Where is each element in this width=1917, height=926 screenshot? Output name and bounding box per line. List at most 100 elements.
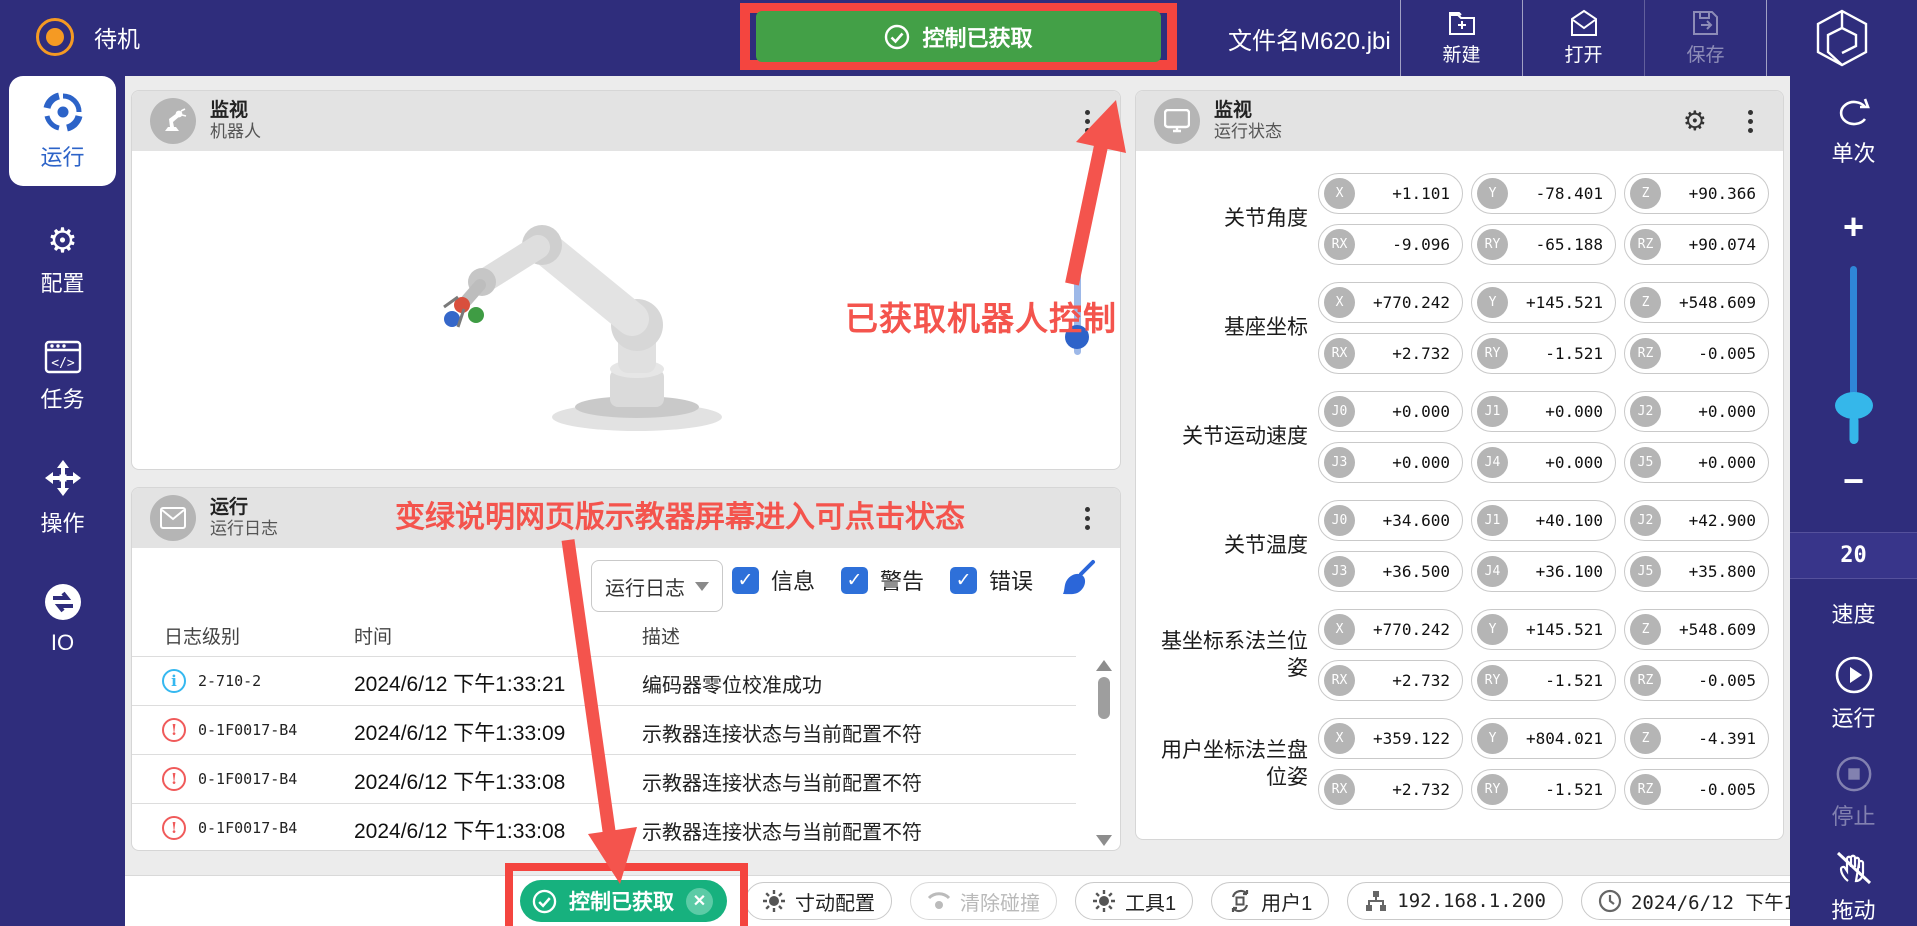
tool-select-button[interactable]: 工具1 (1075, 882, 1193, 920)
robot-panel-menu-icon[interactable] (1072, 104, 1102, 138)
stop-button-label: 停止 (1831, 799, 1875, 831)
save-file-button[interactable]: 保存 (1644, 0, 1766, 76)
datetime-pill[interactable]: 2024/6/12 下午1:34:45 (1581, 882, 1790, 920)
robot-3d-view[interactable] (422, 169, 822, 449)
single-cycle-icon (1836, 96, 1872, 130)
jog-config-button[interactable]: 寸动配置 (745, 882, 892, 920)
single-cycle-label: 单次 (1831, 136, 1875, 168)
standby-status-icon (36, 18, 74, 56)
axis-badge: J3 (1324, 556, 1355, 587)
axis-badge: Z (1630, 723, 1661, 754)
speed-slider-tail (1849, 416, 1858, 444)
ip-address-pill[interactable]: 192.168.1.200 (1347, 882, 1563, 920)
value-chip: RY -1.521 (1471, 333, 1616, 374)
folder-plus-icon (1447, 9, 1477, 37)
drag-hand-icon (1834, 851, 1874, 887)
status-group-label: 关节角度 (1146, 205, 1308, 232)
log-filter-checkbox[interactable]: ✓ 错误 (950, 564, 1033, 596)
log-scrollbar[interactable] (1096, 660, 1112, 846)
new-file-button[interactable]: 新建 (1400, 0, 1522, 76)
scroll-up-icon[interactable] (1096, 660, 1112, 671)
run-log-panel: 运行 运行日志 运行日志 ✓ 信息 ✓ 警告 (131, 487, 1121, 851)
open-file-button[interactable]: 打开 (1522, 0, 1644, 76)
drag-button-label: 拖动 (1831, 893, 1875, 925)
speed-increase-button[interactable]: + (1790, 206, 1917, 248)
log-filter-checkbox[interactable]: ✓ 信息 (732, 564, 815, 596)
view-zoom-thumb[interactable] (1065, 325, 1089, 349)
release-control-icon[interactable]: ✕ (686, 888, 713, 915)
value-chip: RX +2.732 (1318, 333, 1463, 374)
scroll-down-icon[interactable] (1096, 835, 1112, 846)
axis-value: +34.600 (1355, 511, 1450, 530)
log-filter-checkbox[interactable]: ✓ 警告 (841, 564, 924, 596)
status-group: 用户坐标法兰盘位姿 X +359.122 Y +804.021 Z -4.391… (1146, 718, 1769, 810)
log-filter-label: 错误 (989, 564, 1033, 596)
axis-value: +42.900 (1661, 511, 1756, 530)
run-target-icon (43, 92, 83, 132)
log-level-icon (162, 718, 186, 742)
axis-value: +90.366 (1661, 184, 1756, 203)
checkbox-checked-icon[interactable]: ✓ (950, 567, 977, 594)
log-time: 2024/6/12 下午1:33:08 (354, 766, 565, 796)
sidebar-item-operate-label: 操作 (40, 506, 84, 538)
log-panel-title: 运行 (210, 497, 278, 519)
log-row[interactable]: 0-1F0017-B4 2024/6/12 下午1:33:09 示教器连接状态与… (132, 705, 1076, 754)
view-zoom-slider[interactable] (1072, 263, 1082, 355)
log-table-header: 日志级别 时间 描述 (132, 622, 1120, 656)
user-coord-button[interactable]: 用户1 (1211, 882, 1329, 920)
log-type-dropdown-value: 运行日志 (605, 572, 685, 601)
single-cycle-button[interactable]: 单次 (1790, 96, 1917, 168)
value-chip: RX +2.732 (1318, 769, 1463, 810)
stop-button[interactable]: 停止 (1790, 755, 1917, 831)
axis-value: +804.021 (1508, 729, 1603, 748)
axis-badge: X (1324, 178, 1355, 209)
axis-value: -0.005 (1661, 671, 1756, 690)
control-acquired-banner[interactable]: 控制已获取 (756, 11, 1161, 62)
sidebar-item-operate[interactable]: 操作 (0, 458, 125, 538)
task-window-icon: </> (44, 340, 82, 374)
axis-value: +0.000 (1508, 453, 1603, 472)
speed-slider-thumb[interactable] (1835, 392, 1873, 419)
check-circle-icon (884, 24, 910, 50)
axis-badge: J5 (1630, 556, 1661, 587)
value-chip: RY -65.188 (1471, 224, 1616, 265)
log-row[interactable]: 0-1F0017-B4 2024/6/12 下午1:33:08 示教器连接状态与… (132, 754, 1076, 803)
speed-slider[interactable] (1790, 266, 1917, 444)
log-row[interactable]: 0-1F0017-B4 2024/6/12 下午1:33:08 示教器连接状态与… (132, 803, 1076, 851)
sidebar-item-task[interactable]: </> 任务 (0, 340, 125, 414)
scrollbar-thumb[interactable] (1098, 677, 1110, 719)
log-code: 0-1F0017-B4 (198, 770, 297, 788)
log-time: 2024/6/12 下午1:33:21 (354, 668, 565, 698)
log-type-dropdown[interactable]: 运行日志 (591, 560, 723, 612)
log-description: 示教器连接状态与当前配置不符 (642, 767, 922, 796)
log-table-body: 2-710-2 2024/6/12 下午1:33:21 编码器零位校准成功 0-… (132, 656, 1076, 851)
clear-log-button[interactable] (1057, 558, 1097, 603)
drag-button[interactable]: 拖动 (1790, 851, 1917, 925)
value-chip: J5 +35.800 (1624, 551, 1769, 592)
log-row[interactable]: 2-710-2 2024/6/12 下午1:33:21 编码器零位校准成功 (132, 656, 1076, 705)
speed-decrease-button[interactable]: − (1790, 460, 1917, 502)
current-filename: 文件名M620.jbi (1228, 0, 1391, 76)
status-group-label: 基坐标系法兰位姿 (1146, 628, 1308, 683)
value-chip: J0 +0.000 (1318, 391, 1463, 432)
sidebar-item-io[interactable]: IO (0, 582, 125, 656)
run-button[interactable]: 运行 (1790, 655, 1917, 733)
axis-value: +0.000 (1355, 453, 1450, 472)
sidebar-item-run[interactable]: 运行 (9, 76, 116, 186)
axis-value: +145.521 (1508, 620, 1603, 639)
network-icon (1364, 889, 1388, 913)
status-panel-menu-icon[interactable] (1735, 104, 1765, 138)
chevron-down-icon (695, 582, 709, 591)
value-chip: J2 +42.900 (1624, 500, 1769, 541)
clear-collision-button[interactable]: 清除碰撞 (910, 882, 1057, 920)
status-group: 基座坐标 X +770.242 Y +145.521 Z +548.609 RX… (1146, 282, 1769, 374)
run-button-label: 运行 (1831, 701, 1875, 733)
settings-gear-icon[interactable]: ⚙ (1683, 106, 1707, 137)
checkbox-checked-icon[interactable]: ✓ (732, 567, 759, 594)
checkbox-checked-icon[interactable]: ✓ (841, 567, 868, 594)
bottom-statusbar: 控制已获取 ✕ 寸动配置 清除碰撞 工具1 (125, 875, 1790, 926)
axis-value: +548.609 (1661, 620, 1756, 639)
log-panel-menu-icon[interactable] (1072, 501, 1102, 535)
sidebar-item-config[interactable]: ⚙ 配置 (0, 224, 125, 298)
control-acquired-pill[interactable]: 控制已获取 ✕ (520, 880, 727, 922)
